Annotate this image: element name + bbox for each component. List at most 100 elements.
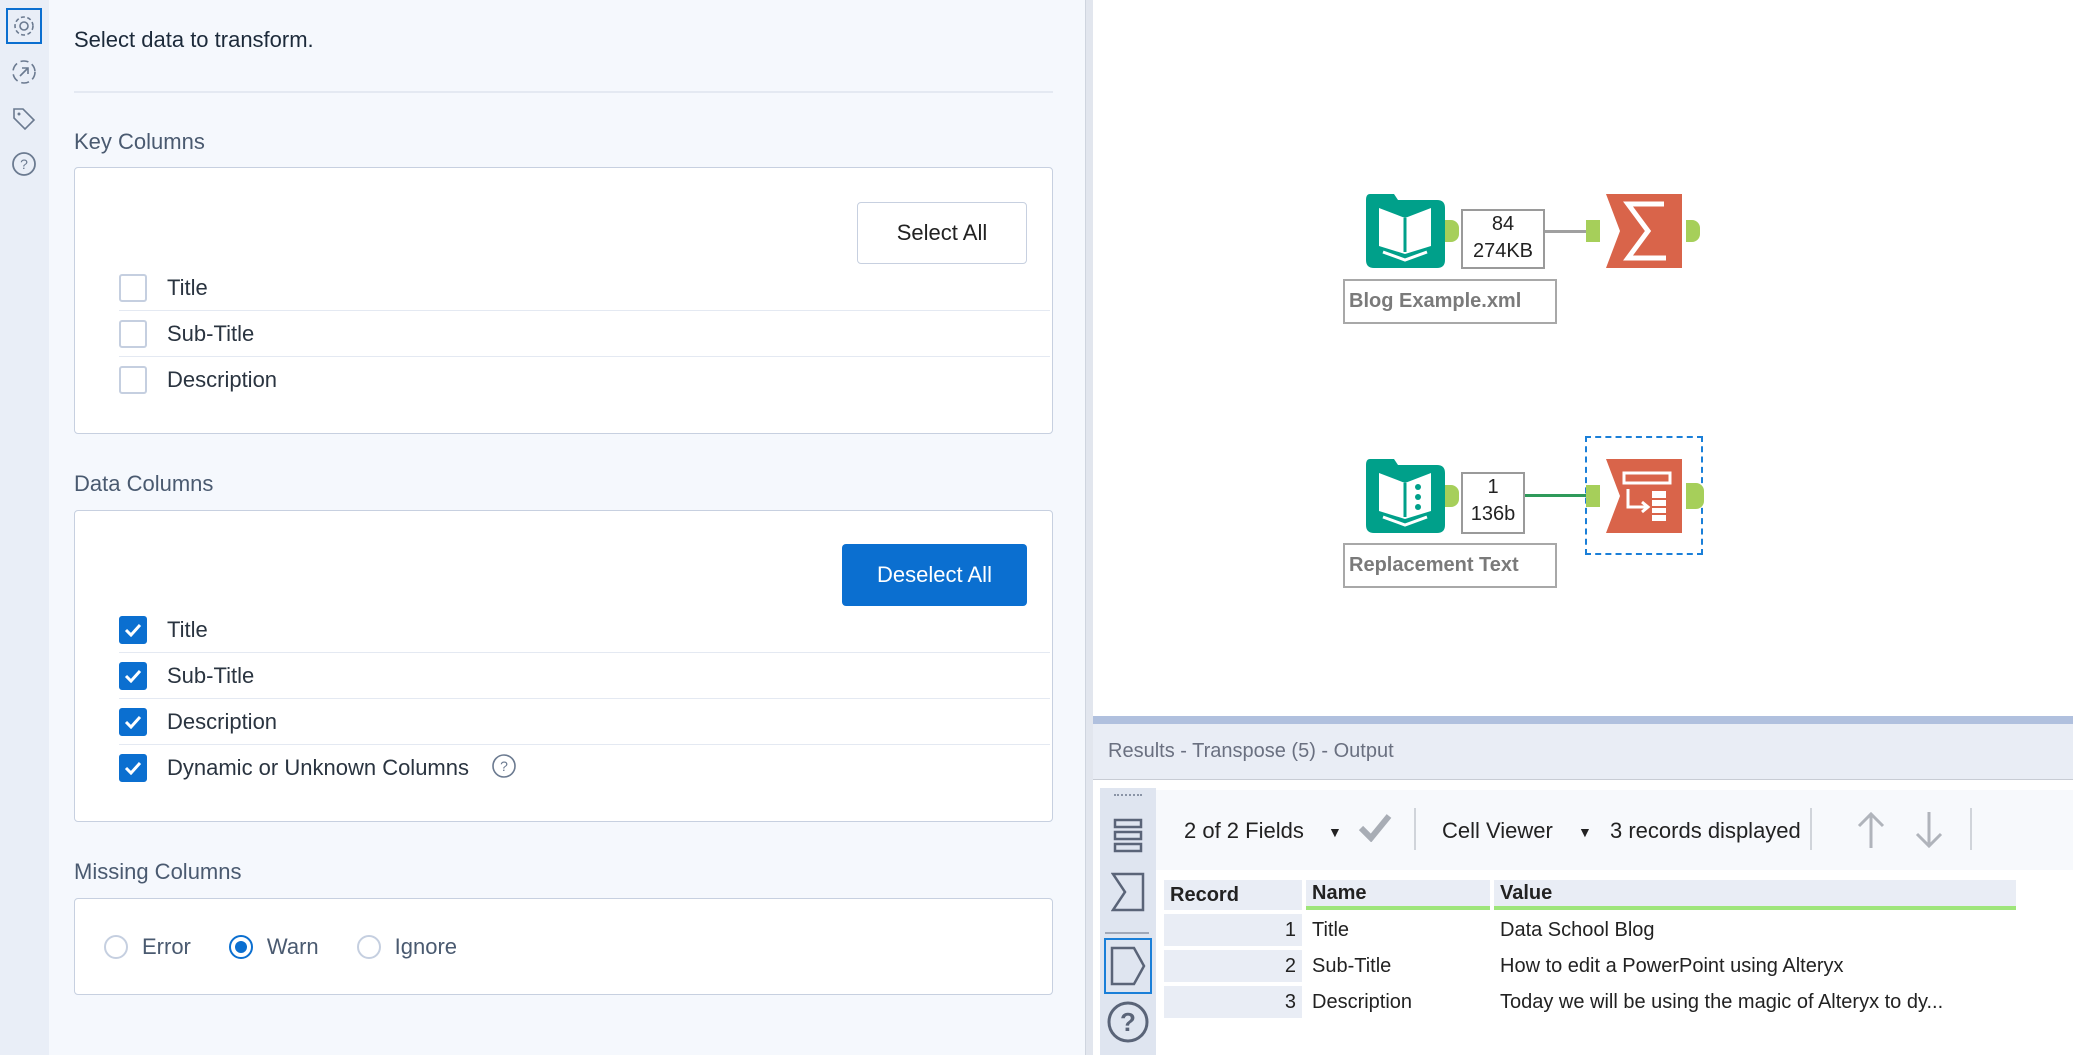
record-count: 1 — [1487, 476, 1499, 498]
checkbox[interactable] — [119, 366, 147, 394]
input-tool-replacement-text[interactable] — [1366, 459, 1445, 538]
panel-splitter[interactable] — [1085, 0, 1093, 1055]
table-row[interactable]: 1 Title Data School Blog — [1164, 914, 2016, 946]
output-anchor[interactable] — [1686, 483, 1704, 509]
data-columns-box: Deselect All Title Sub-Title Description… — [74, 510, 1053, 822]
data-column-row[interactable]: Title — [119, 607, 1050, 653]
output-anchor[interactable] — [1686, 220, 1700, 242]
radio-error[interactable]: Error — [104, 934, 191, 960]
name-cell[interactable]: Description — [1306, 986, 1490, 1018]
svg-text:?: ? — [1120, 1007, 1136, 1037]
divider — [1105, 932, 1149, 934]
record-count-badge: 84 274KB — [1461, 209, 1545, 269]
checkbox-checked[interactable] — [119, 707, 147, 736]
radio-label: Error — [142, 933, 191, 959]
checkbox-label: Sub-Title — [167, 320, 255, 346]
help-icon[interactable]: ? — [6, 146, 42, 182]
radio-ignore[interactable]: Ignore — [356, 933, 458, 960]
gear-icon[interactable] — [6, 8, 42, 44]
record-count-badge: 1 136b — [1461, 472, 1525, 534]
radio-button[interactable] — [104, 934, 128, 959]
help-icon[interactable]: ? — [1106, 1000, 1150, 1049]
checkbox[interactable] — [119, 319, 147, 348]
column-header-value[interactable]: Value — [1494, 880, 2016, 910]
output-anchor[interactable] — [1445, 220, 1459, 242]
data-columns-heading: Data Columns — [74, 471, 214, 496]
radio-label: Ignore — [394, 933, 458, 959]
list-view-icon[interactable] — [1113, 818, 1143, 859]
tool-label: Blog Example.xml — [1343, 279, 1557, 324]
input-anchor[interactable] — [1586, 485, 1600, 507]
checkbox-label: Sub-Title — [167, 662, 255, 688]
checkbox[interactable] — [119, 273, 147, 302]
connection-line — [1525, 494, 1587, 497]
record-count: 84 — [1491, 213, 1515, 235]
key-column-row[interactable]: Description — [119, 357, 1050, 403]
checkbox-checked[interactable] — [119, 615, 147, 644]
data-size: 274KB — [1472, 240, 1534, 262]
data-column-row[interactable]: Sub-Title — [119, 653, 1050, 699]
value-cell[interactable]: Data School Blog — [1494, 914, 2016, 946]
results-toolbar: 2 of 2 Fields ▼ Cell Viewer ▼ 3 records … — [1156, 790, 2073, 870]
apply-check-icon[interactable] — [1358, 812, 1392, 848]
transpose-tool[interactable] — [1606, 459, 1682, 538]
key-column-row[interactable]: Title — [119, 265, 1050, 311]
checkbox-checked[interactable] — [119, 754, 147, 782]
data-column-row[interactable]: Description — [119, 699, 1050, 745]
separator — [1810, 808, 1812, 850]
input-anchor[interactable] — [1586, 220, 1600, 242]
arrow-down-icon[interactable] — [1914, 810, 1944, 856]
results-title: Results - Transpose (5) - Output — [1108, 740, 1394, 762]
column-header-record[interactable]: Record — [1164, 880, 1302, 910]
key-column-row[interactable]: Sub-Title — [119, 311, 1050, 357]
tag-icon[interactable] — [6, 101, 42, 137]
help-icon[interactable]: ? — [491, 753, 517, 784]
chevron-down-icon[interactable]: ▼ — [1328, 824, 1342, 840]
checkbox-label: Description — [167, 367, 278, 392]
intro-text: Select data to transform. — [74, 27, 314, 52]
missing-columns-heading: Missing Columns — [74, 859, 242, 884]
checkbox-checked[interactable] — [119, 661, 147, 690]
summary-icon[interactable] — [1110, 872, 1145, 917]
results-splitter[interactable] — [1093, 716, 2073, 724]
workflow-canvas[interactable]: 84 274KB Blog Example.xml 1 136b Replaceme… — [1093, 0, 2073, 716]
data-size: 136b — [1470, 503, 1516, 525]
connection-line — [1545, 230, 1587, 233]
name-cell[interactable]: Sub-Title — [1306, 950, 1490, 982]
data-column-row[interactable]: Dynamic or Unknown Columns ? — [119, 745, 1050, 791]
chevron-down-icon[interactable]: ▼ — [1578, 824, 1592, 840]
select-all-button[interactable]: Select All — [857, 202, 1027, 264]
configuration-panel: Select data to transform. Key Columns Se… — [49, 0, 1085, 1055]
value-cell[interactable]: How to edit a PowerPoint using Alteryx — [1494, 950, 2016, 982]
record-cell: 2 — [1164, 950, 1302, 982]
value-cell[interactable]: Today we will be using the magic of Alte… — [1494, 986, 2016, 1018]
missing-columns-box: Error Warn Ignore — [74, 898, 1053, 995]
svg-text:?: ? — [500, 758, 508, 774]
output-anchor[interactable] — [1445, 485, 1459, 507]
connection-icon[interactable] — [6, 54, 42, 90]
radio-warn[interactable]: Warn — [228, 933, 319, 960]
checkbox-label: Title — [167, 616, 208, 642]
radio-button[interactable] — [356, 934, 381, 959]
fields-dropdown[interactable]: 2 of 2 Fields — [1184, 818, 1304, 844]
tag-output-icon[interactable] — [1104, 938, 1152, 994]
radio-button-selected[interactable] — [228, 934, 253, 959]
results-header: Results - Transpose (5) - Output — [1093, 724, 2073, 780]
results-table: Record Name Value 1 Title Data School Blog… — [1160, 876, 2020, 1022]
summarize-tool[interactable] — [1606, 194, 1682, 273]
key-columns-box: Select All Title Sub-Title Description — [74, 167, 1053, 434]
radio-label: Warn — [266, 933, 319, 959]
table-row[interactable]: 2 Sub-Title How to edit a PowerPoint using… — [1164, 950, 2016, 982]
drag-handle[interactable] — [1114, 794, 1142, 797]
checkbox-label: Description — [167, 708, 278, 734]
deselect-all-button[interactable]: Deselect All — [842, 544, 1027, 606]
separator — [1970, 808, 1972, 850]
viewer-dropdown[interactable]: Cell Viewer — [1442, 818, 1553, 844]
arrow-up-icon[interactable] — [1856, 810, 1886, 856]
input-tool-blog[interactable] — [1366, 194, 1445, 273]
checkbox-label: Title — [167, 274, 208, 300]
column-header-name[interactable]: Name — [1306, 880, 1490, 910]
tool-label: Replacement Text — [1343, 543, 1557, 588]
table-row[interactable]: 3 Description Today we will be using the m… — [1164, 986, 2016, 1018]
name-cell[interactable]: Title — [1306, 914, 1490, 946]
